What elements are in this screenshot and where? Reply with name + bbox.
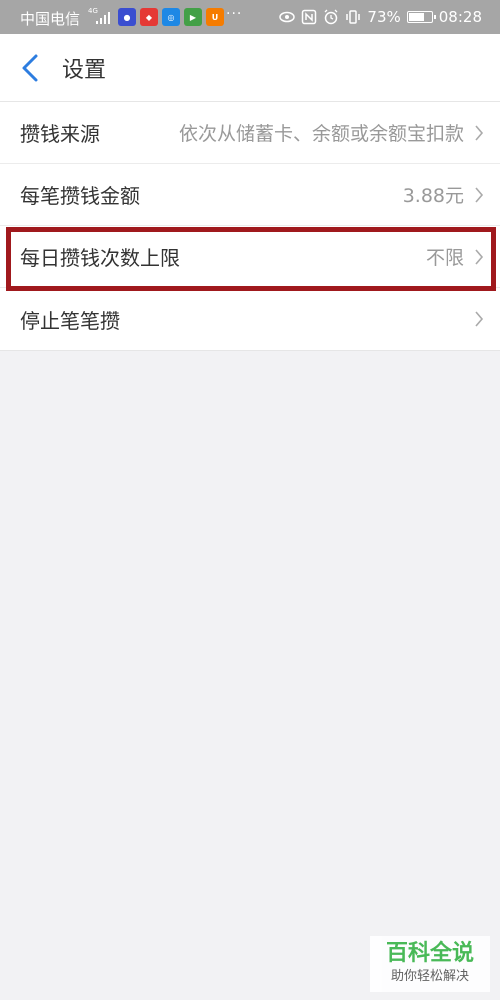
chevron-right-icon — [475, 249, 484, 265]
setting-row-savings-source[interactable]: 攒钱来源 依次从储蓄卡、余额或余额宝扣款 — [0, 102, 500, 164]
clock: 08:28 — [438, 8, 482, 26]
back-icon[interactable] — [16, 52, 48, 84]
setting-label: 每笔攒钱金额 — [20, 184, 140, 208]
carrier-name: 中国电信 — [20, 10, 81, 28]
settings-list: 攒钱来源 依次从储蓄卡、余额或余额宝扣款 每笔攒钱金额 3.88元 每日攒钱次数… — [0, 102, 500, 351]
header: 设置 — [0, 34, 500, 102]
setting-label: 停止笔笔攒 — [20, 308, 120, 333]
setting-value: 3.88元 — [402, 185, 464, 207]
setting-row-amount-per-save[interactable]: 每笔攒钱金额 3.88元 — [0, 164, 500, 226]
map-app-icon: ◆ — [140, 8, 158, 26]
nfc-icon — [302, 9, 317, 25]
setting-row-stop-saving[interactable]: 停止笔笔攒 — [0, 288, 500, 350]
app-icon: ● — [118, 8, 136, 26]
page-title: 设置 — [62, 58, 107, 83]
setting-value: 依次从储蓄卡、余额或余额宝扣款 — [178, 123, 464, 145]
chevron-right-icon — [475, 187, 484, 203]
status-right: 73% 08:28 — [279, 8, 482, 26]
uc-app-icon: U — [206, 8, 224, 26]
watermark-logo: 百科全说 助你轻松解决 — [370, 936, 490, 992]
watermark-subtitle: 助你轻松解决 — [390, 969, 469, 984]
setting-value: 不限 — [425, 247, 464, 269]
play-app-icon: ▶ — [184, 8, 202, 26]
battery-percent: 73% — [367, 8, 401, 26]
chevron-right-icon — [475, 311, 484, 327]
eye-comfort-icon — [279, 11, 296, 23]
alarm-icon — [324, 9, 338, 25]
setting-label: 每日攒钱次数上限 — [20, 246, 180, 270]
notification-app-icons: ● ◆ ◎ ▶ U — [118, 8, 224, 26]
setting-row-daily-limit[interactable]: 每日攒钱次数上限 不限 — [0, 226, 500, 288]
signal-icon: 4G — [88, 8, 110, 24]
status-bar: 中国电信 4G ● ◆ ◎ ▶ U ··· 73% 08:28 — [0, 0, 500, 34]
more-notifications-icon: ··· — [226, 6, 243, 22]
battery-icon — [406, 11, 436, 23]
vibrate-icon — [346, 10, 361, 24]
chevron-right-icon — [475, 125, 484, 141]
setting-label: 攒钱来源 — [20, 122, 100, 146]
watermark-title: 百科全说 — [385, 941, 474, 966]
browser-app-icon: ◎ — [162, 8, 180, 26]
